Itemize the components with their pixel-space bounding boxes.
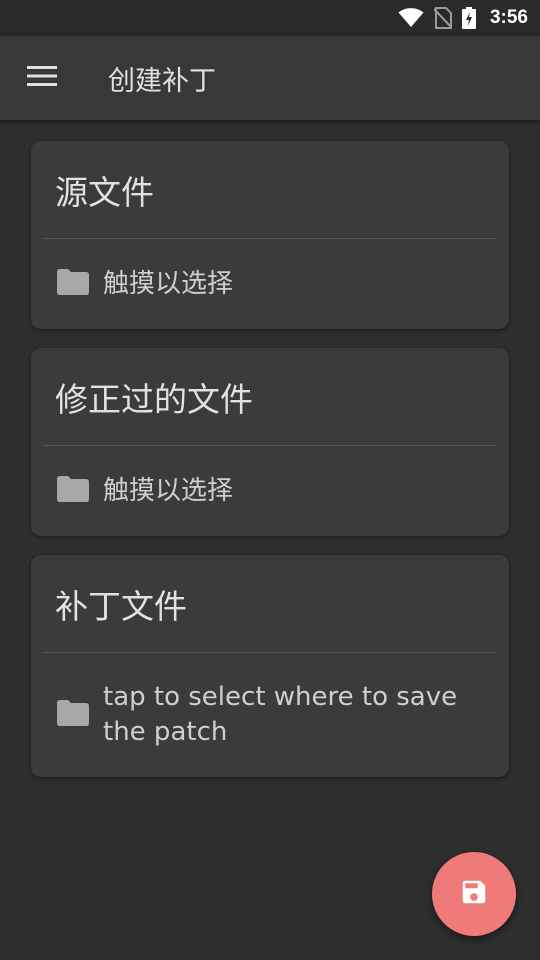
card-title: 源文件 bbox=[55, 172, 154, 212]
patch-file-card: 补丁文件 tap to select where to save the pat… bbox=[31, 555, 509, 777]
patch-file-picker[interactable]: tap to select where to save the patch bbox=[31, 653, 509, 777]
source-file-picker[interactable]: 触摸以选择 bbox=[31, 239, 509, 329]
picker-label: 触摸以选择 bbox=[103, 268, 234, 299]
folder-icon bbox=[57, 476, 89, 506]
app-bar: 创建补丁 bbox=[0, 36, 540, 120]
source-file-card: 源文件 触摸以选择 bbox=[31, 141, 509, 329]
save-icon bbox=[459, 877, 489, 911]
folder-icon bbox=[57, 269, 89, 299]
status-bar: 3:56 bbox=[0, 0, 540, 36]
picker-label: 触摸以选择 bbox=[103, 475, 234, 506]
modified-file-picker[interactable]: 触摸以选择 bbox=[31, 446, 509, 536]
status-time: 3:56 bbox=[489, 7, 528, 28]
save-button[interactable] bbox=[432, 852, 516, 936]
battery-charging-icon bbox=[461, 7, 476, 29]
folder-icon bbox=[57, 700, 89, 730]
no-sim-icon bbox=[433, 7, 452, 29]
modified-file-card: 修正过的文件 触摸以选择 bbox=[31, 348, 509, 536]
card-title: 补丁文件 bbox=[55, 586, 187, 626]
page-title: 创建补丁 bbox=[108, 65, 216, 97]
picker-label: tap to select where to save the patch bbox=[103, 682, 458, 747]
card-title: 修正过的文件 bbox=[55, 379, 253, 419]
card-list: 源文件 触摸以选择 修正过的文件 触摸以选择 补丁文件 tap to selec… bbox=[31, 141, 509, 796]
hamburger-menu-icon bbox=[27, 65, 57, 91]
menu-button[interactable] bbox=[0, 36, 84, 120]
wifi-icon bbox=[398, 8, 424, 28]
